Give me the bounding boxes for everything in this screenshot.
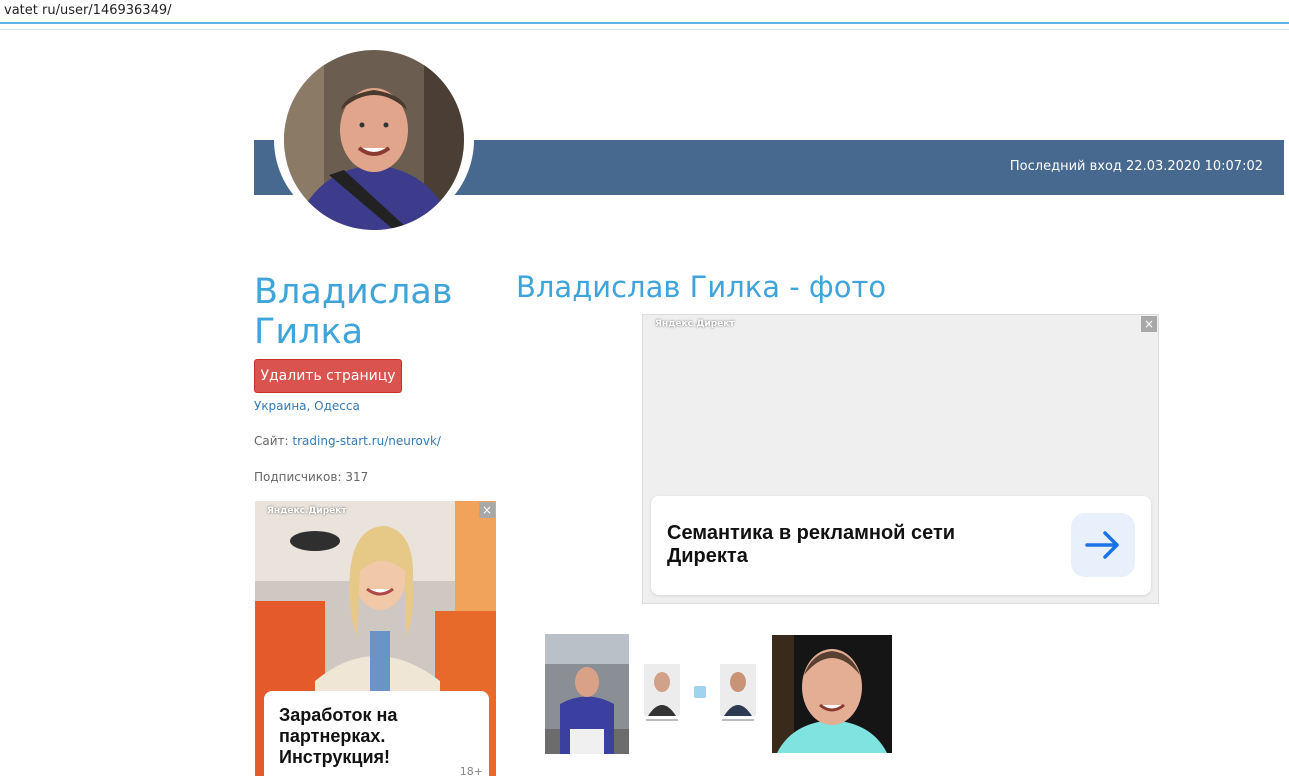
- ad-label: Яндекс.Директ: [655, 319, 735, 329]
- address-bar-url[interactable]: vatet ru/user/146936349/: [4, 3, 172, 18]
- site-link[interactable]: trading-start.ru/neurovk/: [292, 434, 441, 448]
- profile-name: Владислав Гилка: [254, 272, 453, 352]
- ad-card[interactable]: Заработок на партнерках. Инструкция! 18+: [264, 691, 489, 776]
- delete-page-button[interactable]: Удалить страницу: [254, 359, 402, 393]
- ad-label: Яндекс.Директ: [267, 506, 347, 516]
- arrow-right-icon[interactable]: [1071, 513, 1135, 577]
- profile-location[interactable]: Украина, Одесса: [254, 399, 360, 413]
- ad-close-icon[interactable]: ×: [1141, 316, 1157, 332]
- ad-close-icon[interactable]: ×: [479, 502, 495, 518]
- photo-thumb-1[interactable]: [545, 634, 629, 754]
- ad-title[interactable]: Заработок на партнерках. Инструкция!: [279, 705, 479, 768]
- age-rating: 18+: [459, 765, 483, 776]
- ad-banner-left[interactable]: Яндекс.Директ × Заработок на партнерках.…: [255, 501, 496, 776]
- photo-thumb-3[interactable]: [772, 635, 892, 753]
- address-bar[interactable]: vatet ru/user/146936349/: [0, 0, 1289, 24]
- photos-heading: Владислав Гилка - фото: [516, 270, 887, 304]
- photo-thumb-2[interactable]: [640, 660, 760, 726]
- subscribers-count: Подписчиков: 317: [254, 470, 369, 484]
- site-label: Сайт:: [254, 434, 289, 448]
- ad-banner-right[interactable]: Яндекс.Директ × Семантика в рекламной се…: [642, 314, 1159, 604]
- ad-title[interactable]: Семантика в рекламной сети Директа: [667, 522, 1027, 568]
- ad-card[interactable]: Семантика в рекламной сети Директа: [651, 496, 1151, 595]
- profile-site: Сайт: trading-start.ru/neurovk/: [254, 434, 441, 448]
- address-bar-divider: [0, 29, 1289, 30]
- last-login-text: Последний вход 22.03.2020 10:07:02: [1009, 159, 1263, 174]
- avatar[interactable]: [284, 50, 464, 230]
